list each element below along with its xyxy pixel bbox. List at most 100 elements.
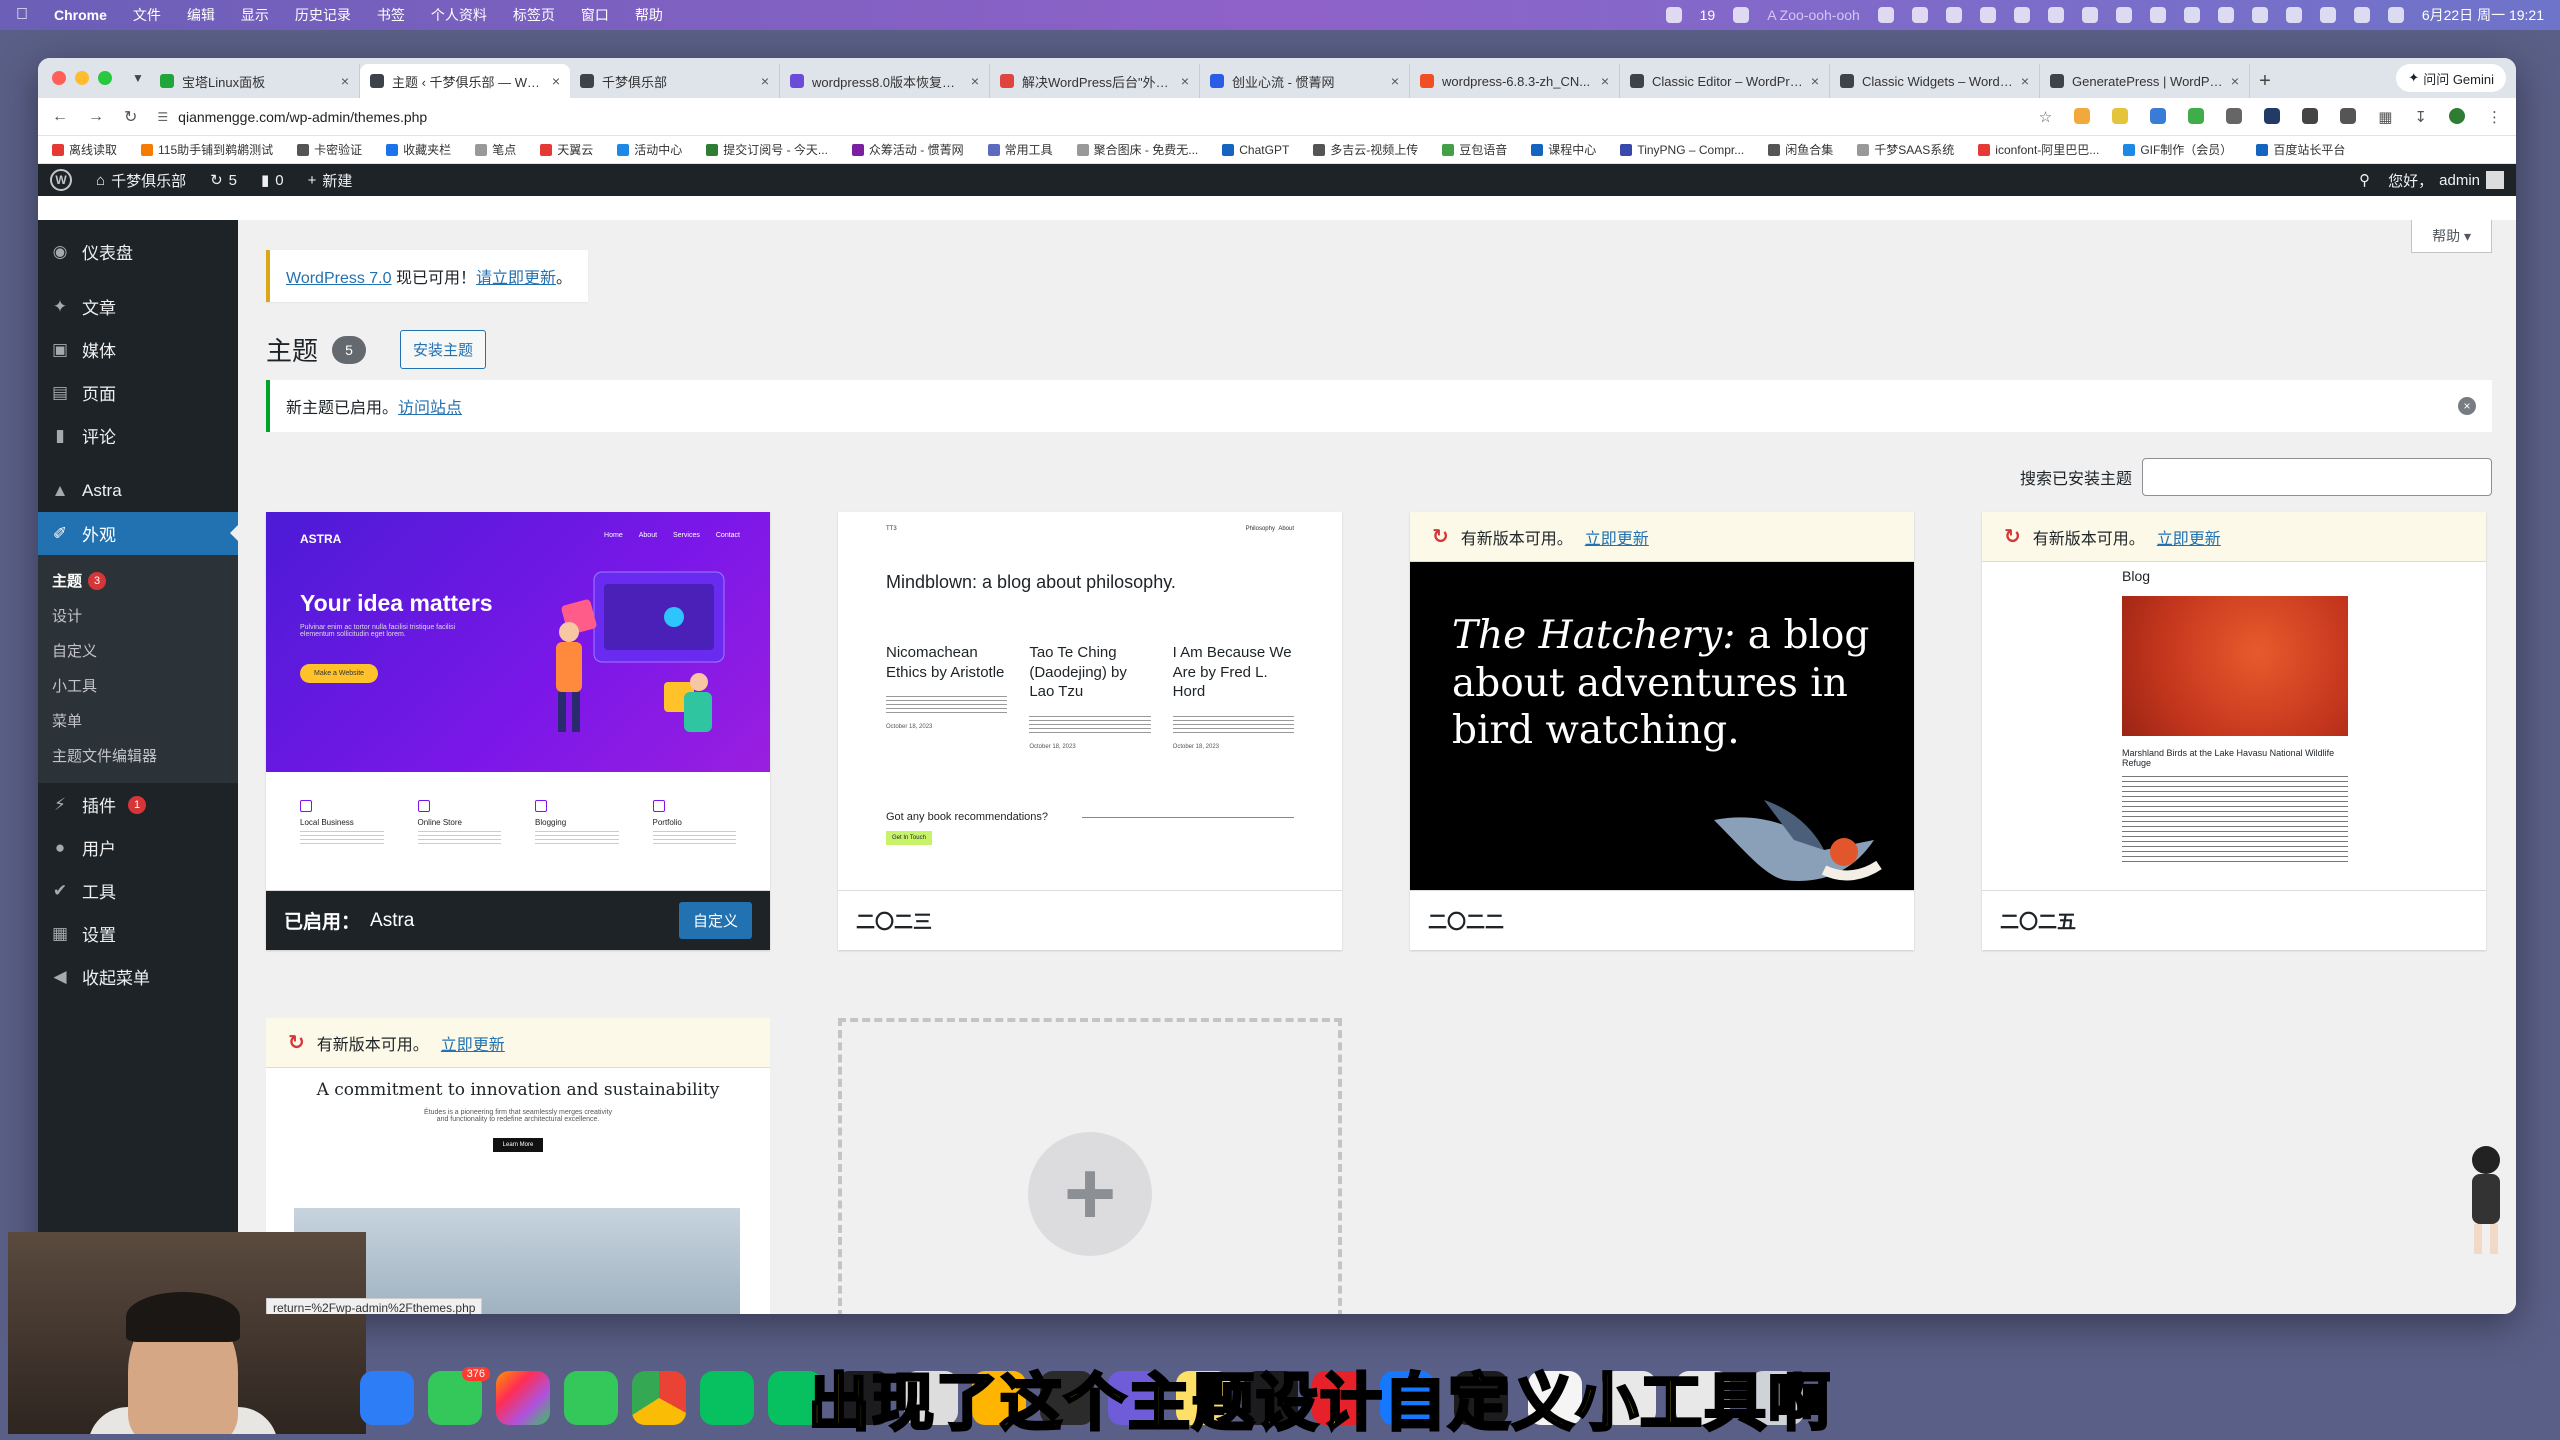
bookmark-item[interactable]: 多吉云-视频上传 xyxy=(1313,141,1418,158)
sidebar-item-posts[interactable]: ✦ 文章 xyxy=(38,285,238,328)
zoom-window-button[interactable] xyxy=(98,71,112,85)
site-info-icon[interactable]: ☰ xyxy=(157,110,168,124)
sidebar-item-plugins[interactable]: ⚡ 插件 1 xyxy=(38,783,238,826)
theme-card-astra[interactable]: ASTRA Home About Services Contact Your i… xyxy=(266,512,770,950)
update-now-link[interactable]: 立即更新 xyxy=(441,1031,505,1055)
menu-help[interactable]: 帮助 xyxy=(635,5,663,25)
bookmark-item[interactable]: 卡密验证 xyxy=(297,141,362,158)
status-icon[interactable] xyxy=(1979,7,1996,23)
extension-icon[interactable] xyxy=(2188,107,2205,124)
add-theme-button[interactable]: 安装主题 xyxy=(400,330,487,369)
browser-tab[interactable]: 主题 ‹ 千梦俱乐部 — WordPress × xyxy=(360,64,570,98)
add-new-theme-card[interactable]: + xyxy=(838,1018,1342,1314)
status-icon[interactable] xyxy=(2319,7,2336,23)
apple-icon[interactable]:  xyxy=(16,6,28,24)
menu-datetime[interactable]: 6月22日 周一 19:21 xyxy=(2422,5,2544,25)
update-now-link[interactable]: 立即更新 xyxy=(1585,525,1649,549)
browser-tab[interactable]: 创业心流 - 惯菁网 × xyxy=(1200,64,1410,98)
menu-tabs[interactable]: 标签页 xyxy=(513,5,555,25)
menu-window[interactable]: 窗口 xyxy=(581,5,609,25)
browser-menu-icon[interactable]: ⋮ xyxy=(2487,108,2502,126)
extension-icon[interactable] xyxy=(2112,107,2129,124)
admin-search-icon[interactable]: ⚲ xyxy=(2359,171,2370,189)
browser-tab[interactable]: GeneratePress | WordPress... × xyxy=(2040,64,2250,98)
tab-search-chevron-icon[interactable]: ▼ xyxy=(126,58,150,98)
wordpress-version-link[interactable]: WordPress 7.0 xyxy=(286,270,392,287)
back-icon[interactable]: ← xyxy=(52,108,68,126)
new-content-link[interactable]: + 新建 xyxy=(308,170,353,191)
submenu-theme-file-editor[interactable]: 主题文件编辑器 xyxy=(38,738,238,773)
profile-avatar[interactable] xyxy=(2449,107,2465,124)
status-icon[interactable] xyxy=(1665,7,1682,23)
menu-bookmarks[interactable]: 书签 xyxy=(377,5,405,25)
status-icon[interactable] xyxy=(2047,7,2064,23)
sidebar-item-comments[interactable]: ▮ 评论 xyxy=(38,414,238,457)
menu-profile[interactable]: 个人资料 xyxy=(431,5,487,25)
dock-app-icon[interactable]: 376 xyxy=(428,1367,490,1425)
menu-edit[interactable]: 编辑 xyxy=(187,5,215,25)
close-tab-icon[interactable]: × xyxy=(761,73,769,89)
bookmark-item[interactable]: 千梦SAAS系统 xyxy=(1857,141,1954,158)
bookmark-item[interactable]: GIF制作（会员） xyxy=(2123,141,2232,158)
extension-icon[interactable] xyxy=(2150,107,2167,124)
extension-icon[interactable] xyxy=(2302,107,2319,124)
bookmark-star-icon[interactable]: ☆ xyxy=(2039,108,2052,126)
browser-tab[interactable]: Classic Editor – WordPress... × xyxy=(1620,64,1830,98)
dock-app-icon[interactable] xyxy=(700,1371,754,1425)
sidebar-item-collapse[interactable]: ◀ 收起菜单 xyxy=(38,955,238,998)
help-tab-button[interactable]: 帮助 ▾ xyxy=(2411,220,2492,253)
bookmark-item[interactable]: 常用工具 xyxy=(987,141,1053,158)
close-tab-icon[interactable]: × xyxy=(1811,73,1819,89)
sidebar-item-settings[interactable]: ▦ 设置 xyxy=(38,912,238,955)
theme-screenshot[interactable]: Blog Marshland Birds at the Lake Havasu … xyxy=(1982,512,2486,890)
updates-link[interactable]: ↻ 5 xyxy=(210,171,237,190)
menu-view[interactable]: 显示 xyxy=(241,5,269,25)
status-icon[interactable] xyxy=(1877,7,1894,23)
dock-app-icon[interactable] xyxy=(564,1371,618,1425)
visit-site-link[interactable]: 访问站点 xyxy=(398,394,462,418)
status-icon[interactable] xyxy=(1945,7,1962,23)
forward-icon[interactable]: → xyxy=(88,108,104,126)
sidebar-item-users[interactable]: ● 用户 xyxy=(38,826,238,869)
dock-app-icon[interactable] xyxy=(632,1371,686,1425)
close-tab-icon[interactable]: × xyxy=(1601,73,1609,89)
bookmark-item[interactable]: 课程中心 xyxy=(1531,141,1596,158)
wifi-icon[interactable] xyxy=(2353,7,2370,23)
dismiss-notice-icon[interactable]: × xyxy=(2458,397,2476,415)
status-icon[interactable] xyxy=(2251,7,2268,23)
bookmark-item[interactable]: 笔点 xyxy=(475,141,516,158)
browser-tab[interactable]: 解决WordPress后台"外观... × xyxy=(990,64,1200,98)
address-bar[interactable]: ☰ qianmengge.com/wp-admin/themes.php xyxy=(157,103,2018,131)
browser-tab[interactable]: 千梦俱乐部 × xyxy=(570,64,780,98)
theme-card-twentytwentytwo[interactable]: ↻ 有新版本可用。 立即更新 The Hatchery: a blog about … xyxy=(1410,512,1914,950)
account-menu[interactable]: 您好， admin xyxy=(2388,170,2504,191)
status-icon[interactable] xyxy=(2285,7,2302,23)
bookmark-item[interactable]: 活动中心 xyxy=(617,141,682,158)
status-icon[interactable] xyxy=(2115,7,2132,23)
download-icon[interactable]: ↧ xyxy=(2414,108,2427,126)
new-tab-button[interactable]: + xyxy=(2250,64,2280,98)
bookmark-item[interactable]: ChatGPT xyxy=(1222,143,1289,157)
status-icon[interactable] xyxy=(1733,7,1750,23)
status-icon[interactable] xyxy=(1911,7,1928,23)
browser-tab[interactable]: Classic Widgets – WordPress... × xyxy=(1830,64,2040,98)
wordpress-logo-icon[interactable]: W xyxy=(50,169,72,191)
comments-link[interactable]: ▮ 0 xyxy=(261,171,284,190)
sidebar-item-dashboard[interactable]: ◉ 仪表盘 xyxy=(38,230,238,273)
menu-history[interactable]: 历史记录 xyxy=(295,5,351,25)
extension-icon[interactable] xyxy=(2264,107,2281,124)
search-icon[interactable] xyxy=(2387,7,2404,23)
bookmark-item[interactable]: 离线读取 xyxy=(52,141,117,158)
status-icon[interactable] xyxy=(2149,7,2166,23)
close-window-button[interactable] xyxy=(52,71,66,85)
extensions-puzzle-icon[interactable]: ▦ xyxy=(2378,108,2392,126)
browser-tab[interactable]: wordpress-6.8.3-zh_CN... × xyxy=(1410,64,1620,98)
theme-card-twentytwentythree[interactable]: TT3 Philosophy About Mindblown: a blog ab… xyxy=(838,512,1342,950)
sidebar-item-astra[interactable]: ▲ Astra xyxy=(38,469,238,512)
sidebar-item-tools[interactable]: ✔ 工具 xyxy=(38,869,238,912)
sidebar-item-appearance[interactable]: ✐ 外观 xyxy=(38,512,238,555)
close-tab-icon[interactable]: × xyxy=(2231,73,2239,89)
update-now-link[interactable]: 请立即更新 xyxy=(476,270,556,287)
status-icon[interactable] xyxy=(2013,7,2030,23)
url-text[interactable]: qianmengge.com/wp-admin/themes.php xyxy=(178,109,427,125)
